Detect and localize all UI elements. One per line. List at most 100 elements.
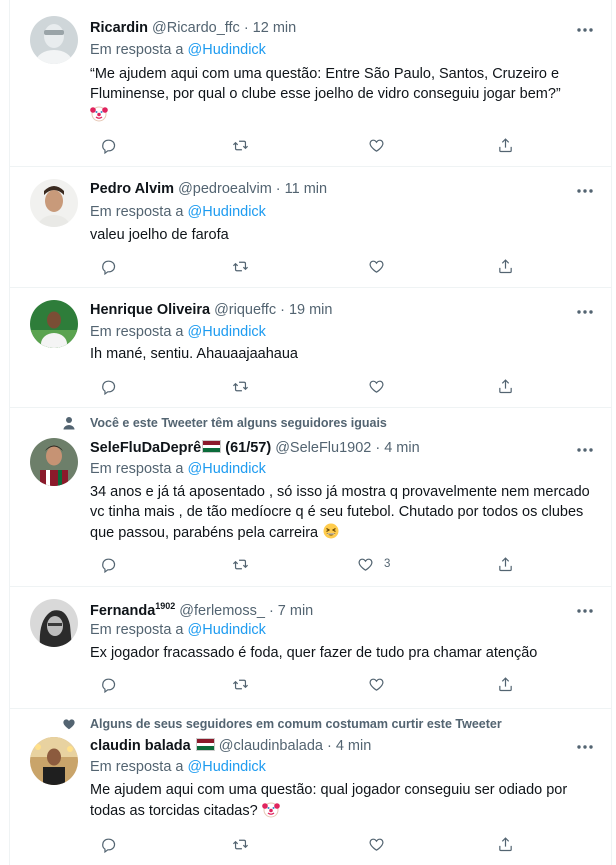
timestamp[interactable]: 4 min bbox=[336, 738, 371, 754]
reply-button[interactable] bbox=[100, 835, 117, 853]
retweet-button[interactable] bbox=[232, 377, 249, 395]
share-button[interactable] bbox=[497, 377, 514, 395]
like-button[interactable] bbox=[368, 136, 385, 154]
timestamp[interactable]: 11 min bbox=[285, 181, 327, 197]
display-name[interactable]: Pedro Alvim bbox=[90, 181, 174, 197]
person-icon bbox=[62, 416, 76, 430]
like-button[interactable] bbox=[368, 675, 385, 693]
user-handle[interactable]: @pedroealvim bbox=[178, 181, 272, 197]
tweet-actions: 3 bbox=[90, 555, 530, 573]
reply-button[interactable] bbox=[100, 257, 117, 275]
timestamp[interactable]: 12 min bbox=[253, 20, 297, 36]
mention-link[interactable]: @Hudindick bbox=[188, 622, 266, 638]
share-button[interactable] bbox=[497, 257, 514, 275]
user-handle[interactable]: @Ricardo_ffc bbox=[152, 20, 240, 36]
avatar[interactable] bbox=[30, 179, 78, 227]
display-name[interactable]: SeleFluDaDeprê (61/57) bbox=[90, 440, 271, 456]
retweet-button[interactable] bbox=[232, 136, 249, 154]
like-button[interactable]: 3 bbox=[357, 555, 390, 573]
timestamp[interactable]: 19 min bbox=[289, 302, 333, 318]
separator-dot: · bbox=[268, 602, 274, 619]
tweet-header: Fernanda1902 @ferlemoss_ · 7 min bbox=[90, 601, 313, 619]
display-name[interactable]: claudin balada bbox=[90, 738, 215, 754]
avatar[interactable] bbox=[30, 16, 78, 64]
display-name[interactable]: Fernanda1902 bbox=[90, 601, 175, 619]
timestamp[interactable]: 7 min bbox=[278, 603, 313, 619]
retweet-button[interactable] bbox=[232, 257, 249, 275]
reply-context: Em resposta a @Hudindick bbox=[90, 204, 266, 220]
heart-filled-icon bbox=[62, 717, 76, 731]
retweet-button[interactable] bbox=[232, 835, 249, 853]
social-context-text: Você e este Tweeter têm alguns seguidore… bbox=[90, 416, 387, 430]
tweet[interactable]: Ricardin @Ricardo_ffc · 12 min Em respos… bbox=[10, 0, 611, 167]
user-handle[interactable]: @claudinbalada bbox=[219, 738, 323, 754]
grinning-squinting-face-icon bbox=[322, 522, 340, 546]
reply-prefix: Em resposta a bbox=[90, 759, 184, 775]
separator-dot: · bbox=[375, 440, 381, 456]
tweet-text: valeu joelho de farofa bbox=[90, 225, 590, 245]
like-button[interactable] bbox=[368, 257, 385, 275]
more-options-icon[interactable] bbox=[575, 304, 595, 320]
reply-context: Em resposta a @Hudindick bbox=[90, 42, 266, 58]
user-handle[interactable]: @ferlemoss_ bbox=[179, 603, 265, 619]
mention-link[interactable]: @Hudindick bbox=[188, 42, 266, 58]
timestamp[interactable]: 4 min bbox=[384, 440, 419, 456]
reply-icon bbox=[102, 558, 116, 573]
more-options-icon[interactable] bbox=[575, 183, 595, 199]
avatar[interactable] bbox=[30, 599, 78, 647]
like-button[interactable] bbox=[368, 835, 385, 853]
retweet-button[interactable] bbox=[232, 555, 249, 573]
mention-link[interactable]: @Hudindick bbox=[188, 759, 266, 775]
reply-context: Em resposta a @Hudindick bbox=[90, 461, 266, 477]
reply-button[interactable] bbox=[100, 675, 117, 693]
reply-prefix: Em resposta a bbox=[90, 42, 184, 58]
share-button[interactable] bbox=[497, 835, 514, 853]
tweet[interactable]: Você e este Tweeter têm alguns seguidore… bbox=[10, 408, 611, 587]
like-count: 3 bbox=[384, 558, 391, 570]
heart-icon bbox=[369, 380, 384, 393]
tweet-text-content: “Me ajudem aqui com uma questão: Entre S… bbox=[90, 66, 561, 102]
social-context: Você e este Tweeter têm alguns seguidore… bbox=[62, 416, 387, 430]
tweet[interactable]: Pedro Alvim @pedroealvim · 11 min Em res… bbox=[10, 167, 611, 288]
heart-icon bbox=[369, 678, 384, 691]
tweet-header: Ricardin @Ricardo_ffc · 12 min bbox=[90, 20, 296, 36]
reply-context: Em resposta a @Hudindick bbox=[90, 324, 266, 340]
retweet-icon bbox=[232, 261, 249, 271]
more-options-icon[interactable] bbox=[575, 442, 595, 458]
fluminense-flag-icon bbox=[202, 440, 222, 453]
tweet-text-content: Me ajudem aqui com uma questão: qual jog… bbox=[90, 782, 568, 819]
mention-link[interactable]: @Hudindick bbox=[188, 461, 266, 477]
tweet-text-content: Ih mané, sentiu. Ahauaajaahaua bbox=[90, 346, 298, 362]
reply-button[interactable] bbox=[100, 555, 117, 573]
more-options-icon[interactable] bbox=[575, 739, 595, 755]
reply-prefix: Em resposta a bbox=[90, 204, 184, 220]
tweet-text: 34 anos e já tá aposentado , só isso já … bbox=[90, 482, 590, 546]
reply-icon bbox=[102, 260, 116, 275]
share-button[interactable] bbox=[497, 136, 514, 154]
user-handle[interactable]: @riqueffc bbox=[214, 302, 276, 318]
display-name[interactable]: Henrique Oliveira bbox=[90, 302, 210, 318]
mention-link[interactable]: @Hudindick bbox=[188, 204, 266, 220]
like-button[interactable] bbox=[368, 377, 385, 395]
reply-button[interactable] bbox=[100, 377, 117, 395]
avatar[interactable] bbox=[30, 438, 78, 486]
retweet-icon bbox=[232, 559, 249, 569]
reply-button[interactable] bbox=[100, 136, 117, 154]
more-options-icon[interactable] bbox=[575, 22, 595, 38]
share-button[interactable] bbox=[497, 675, 514, 693]
tweet[interactable]: Fernanda1902 @ferlemoss_ · 7 min Em resp… bbox=[10, 587, 611, 709]
retweet-icon bbox=[232, 381, 249, 391]
social-context-text: Alguns de seus seguidores em comum costu… bbox=[90, 717, 502, 731]
user-handle[interactable]: @SeleFlu1902 bbox=[275, 440, 371, 456]
retweet-button[interactable] bbox=[232, 675, 249, 693]
display-name-text: SeleFluDaDeprê bbox=[90, 440, 202, 456]
share-button[interactable] bbox=[497, 555, 514, 573]
reply-context: Em resposta a @Hudindick bbox=[90, 759, 266, 775]
display-name[interactable]: Ricardin bbox=[90, 20, 148, 36]
avatar[interactable] bbox=[30, 300, 78, 348]
tweet[interactable]: Alguns de seus seguidores em comum costu… bbox=[10, 709, 611, 865]
mention-link[interactable]: @Hudindick bbox=[188, 324, 266, 340]
more-options-icon[interactable] bbox=[575, 603, 595, 619]
tweet[interactable]: Henrique Oliveira @riqueffc · 19 min Em … bbox=[10, 288, 611, 408]
avatar[interactable] bbox=[30, 737, 78, 785]
